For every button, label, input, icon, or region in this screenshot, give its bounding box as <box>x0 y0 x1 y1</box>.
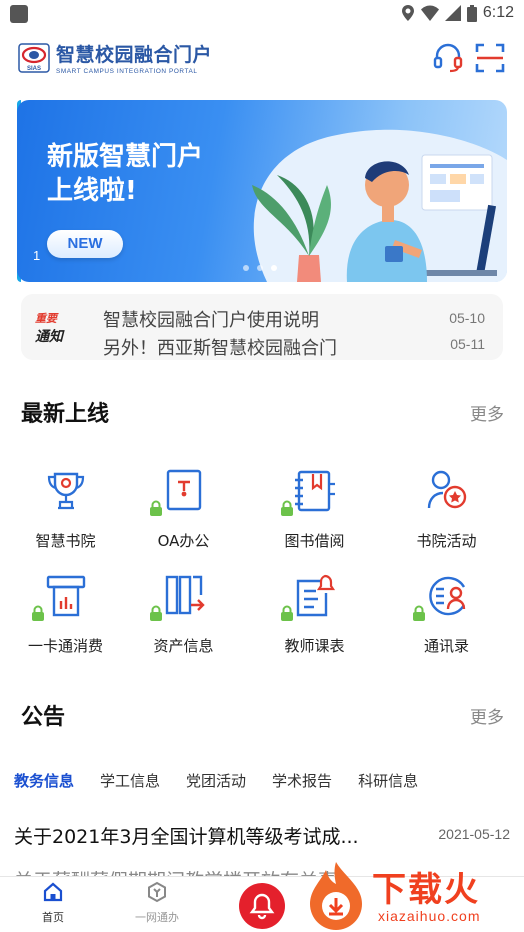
contacts-icon <box>429 576 466 616</box>
xiazaihuo-watermark: 下载火 xiazaihuo.com <box>304 860 524 932</box>
schedule-bell-icon <box>296 574 336 617</box>
trophy-icon <box>47 472 85 510</box>
home-icon <box>43 882 63 902</box>
app-tile-label: 智慧书院 <box>35 532 96 550</box>
app-tile-label: 书院活动 <box>416 532 477 550</box>
notifications-button[interactable] <box>239 883 285 929</box>
important-notice-tag: 重要 通知 <box>35 312 63 345</box>
app-tile[interactable]: 一卡通消费 <box>0 573 131 673</box>
tab-research-info[interactable]: 科研信息 <box>358 770 418 791</box>
lock-icon <box>281 500 293 516</box>
headset-icon[interactable] <box>432 42 464 74</box>
app-tile-label: 资产信息 <box>153 637 214 655</box>
app-header: SIAS 智慧校园融合门户 SMART CAMPUS INTEGRATION P… <box>0 36 524 84</box>
notice-item-date: 05-10 <box>449 310 485 326</box>
lock-icon <box>150 500 162 516</box>
app-tile-label: 一卡通消费 <box>27 637 103 655</box>
watermark-text: 下载火 <box>372 870 480 910</box>
announcement-tabs: 教务信息 学工信息 党团活动 学术报告 科研信息 <box>14 770 418 791</box>
scan-icon[interactable] <box>474 42 506 74</box>
promo-banner[interactable]: 新版智慧门户 上线啦! NEW 1 <box>17 100 507 282</box>
banner-illustration <box>252 129 507 282</box>
nav-home[interactable]: 首页 <box>8 881 98 925</box>
new-badge[interactable]: NEW <box>47 230 123 258</box>
card-icon <box>46 575 86 617</box>
lock-icon <box>150 605 162 621</box>
notice-item-title[interactable]: 智慧校园融合门户使用说明 <box>103 306 319 332</box>
carousel-dot[interactable] <box>257 265 263 271</box>
flame-logo-icon <box>310 862 362 930</box>
wifi-icon <box>420 5 439 21</box>
announcement-title: 关于2021年3月全国计算机等级考试成... <box>14 826 359 848</box>
app-tile-label: OA办公 <box>157 532 210 550</box>
asset-icon <box>165 575 205 615</box>
svg-text:SIAS: SIAS <box>27 66 41 72</box>
portal-subtitle: SMART CAMPUS INTEGRATION PORTAL <box>56 68 198 75</box>
app-tile[interactable]: 资产信息 <box>118 573 249 673</box>
app-tile-label: 图书借阅 <box>284 532 345 550</box>
portal-title: 智慧校园融合门户 <box>56 44 213 66</box>
latest-section-title: 最新上线 <box>21 402 110 427</box>
location-icon <box>401 5 414 21</box>
status-bar: 6:12 <box>0 0 524 30</box>
notification-icon <box>10 5 28 23</box>
app-tile[interactable]: OA办公 <box>118 468 249 568</box>
carousel-dot[interactable] <box>243 265 249 271</box>
tab-student-affairs[interactable]: 学工信息 <box>100 770 160 791</box>
carousel-dot[interactable] <box>271 265 277 271</box>
battery-icon <box>466 4 477 22</box>
app-tile[interactable]: 图书借阅 <box>249 468 380 568</box>
tab-academic-reports[interactable]: 学术报告 <box>272 770 332 791</box>
app-tile[interactable]: 教师课表 <box>249 573 380 673</box>
clock: 6:12 <box>482 4 514 21</box>
book-icon <box>295 470 335 512</box>
activity-badge-icon <box>427 470 467 509</box>
document-icon <box>166 469 202 511</box>
notice-item-date: 05-11 <box>450 336 485 352</box>
signal-icon <box>444 5 461 21</box>
app-tile-label: 教师课表 <box>284 637 345 655</box>
nav-one-stop-service[interactable]: 一网通办 <box>112 881 202 925</box>
carousel-indicator <box>243 265 277 271</box>
portal-logo: SIAS 智慧校园融合门户 SMART CAMPUS INTEGRATION P… <box>18 40 212 75</box>
lock-icon <box>413 605 425 621</box>
app-tile[interactable]: 书院活动 <box>381 468 512 568</box>
announcement-date: 2021-05-12 <box>438 826 510 842</box>
app-tile[interactable]: 智慧书院 <box>0 468 131 568</box>
service-icon <box>148 881 166 903</box>
banner-index: 1 <box>33 248 41 263</box>
notice-item-title[interactable]: 另外！西亚斯智慧校园融合门 <box>103 334 337 360</box>
bell-icon <box>249 893 275 920</box>
latest-more-link[interactable]: 更多 <box>470 400 504 425</box>
watermark-url: xiazaihuo.com <box>378 908 481 924</box>
app-tile[interactable]: 通讯录 <box>381 573 512 673</box>
announcements-section-title: 公告 <box>21 705 66 730</box>
lock-icon <box>32 605 44 621</box>
tab-party-activities[interactable]: 党团活动 <box>186 770 246 791</box>
school-badge-icon: SIAS <box>18 42 50 73</box>
notice-ticker[interactable]: 重要 通知 智慧校园融合门户使用说明 05-10 另外！西亚斯智慧校园融合门 0… <box>21 294 503 360</box>
banner-headline: 新版智慧门户 上线啦! <box>47 142 204 206</box>
lock-icon <box>281 605 293 621</box>
announcements-more-link[interactable]: 更多 <box>470 703 504 728</box>
tab-academic-affairs[interactable]: 教务信息 <box>14 770 74 791</box>
app-tile-label: 通讯录 <box>423 637 469 655</box>
